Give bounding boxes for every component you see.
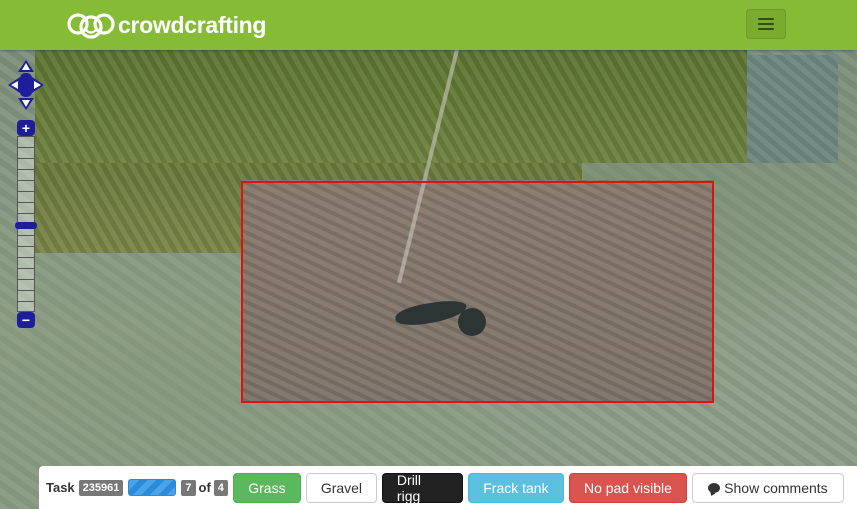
frack-tank-button[interactable]: Frack tank: [467, 472, 564, 503]
hamburger-icon: [758, 18, 774, 20]
map-tile: [747, 55, 838, 163]
show-comments-button[interactable]: Show comments: [691, 472, 844, 503]
progress-total-badge: 4: [213, 479, 228, 496]
grass-button[interactable]: Grass: [232, 472, 301, 503]
pan-arrows-icon[interactable]: [7, 59, 45, 111]
drill-rigg-button[interactable]: Drill rigg: [381, 472, 463, 504]
task-area-box: [241, 181, 714, 403]
zoom-in-button[interactable]: +: [17, 120, 35, 136]
brand-name: crowdcrafting: [118, 11, 267, 38]
task-id-badge: 235961: [78, 479, 124, 496]
map-viewport[interactable]: [0, 50, 857, 509]
crowdcrafting-logo-icon: [67, 13, 115, 39]
progress-bar: [128, 479, 177, 496]
of-label: of: [198, 480, 211, 495]
comment-icon: [708, 482, 721, 493]
task-toolbar: Task 235961 7 of 4 Grass Gravel Drill ri…: [39, 466, 857, 509]
navbar: crowdcrafting: [0, 0, 857, 50]
zoom-out-button[interactable]: −: [17, 312, 35, 328]
brand[interactable]: crowdcrafting: [67, 9, 266, 41]
show-comments-label: Show comments: [724, 479, 828, 496]
map-tile: [35, 50, 747, 163]
gravel-button[interactable]: Gravel: [305, 472, 377, 503]
no-pad-visible-button[interactable]: No pad visible: [568, 472, 687, 503]
menu-toggle-button[interactable]: [746, 9, 786, 39]
task-label: Task: [46, 480, 75, 495]
zoom-slider-handle[interactable]: [15, 222, 37, 229]
progress-done-badge: 7: [181, 479, 196, 496]
